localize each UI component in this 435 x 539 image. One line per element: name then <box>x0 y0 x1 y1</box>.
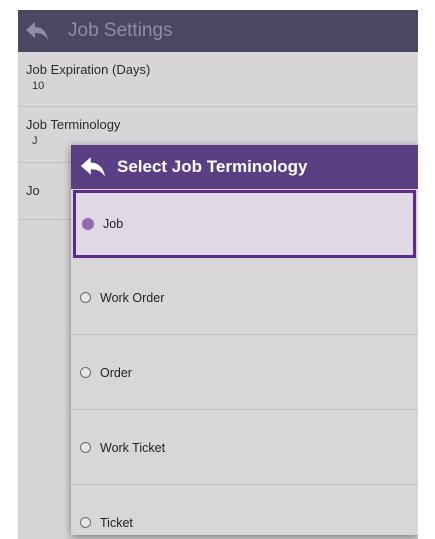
option-work-order[interactable]: Work Order <box>71 261 418 335</box>
option-job[interactable]: Job <box>73 190 416 258</box>
setting-value: 10 <box>32 80 45 92</box>
radio-icon <box>80 517 91 528</box>
back-arrow-icon <box>26 22 48 40</box>
app-bar: Job Settings <box>18 10 418 52</box>
back-arrow-icon <box>80 157 106 177</box>
option-label: Job <box>103 217 124 231</box>
option-ticket[interactable]: Ticket <box>71 486 418 535</box>
dialog-header: Select Job Terminology <box>71 145 418 189</box>
back-button[interactable] <box>18 10 56 52</box>
option-order[interactable]: Order <box>71 336 418 410</box>
option-label: Order <box>100 365 132 380</box>
select-terminology-dialog: Select Job Terminology Job Work Order Or… <box>71 145 418 535</box>
job-settings-screen: Job Settings Job Expiration (Days) 10 Jo… <box>18 10 418 539</box>
radio-selected-icon <box>82 218 94 230</box>
dialog-back-button[interactable] <box>75 156 111 178</box>
setting-label: Job Expiration (Days) <box>26 62 151 77</box>
setting-label: Job Terminology <box>26 117 121 132</box>
dialog-title: Select Job Terminology <box>117 157 308 176</box>
setting-job-expiration[interactable]: Job Expiration (Days) 10 <box>18 52 418 107</box>
option-label: Ticket <box>100 515 133 530</box>
radio-icon <box>80 292 91 303</box>
option-work-ticket[interactable]: Work Ticket <box>71 411 418 485</box>
option-label: Work Order <box>100 290 165 305</box>
radio-icon <box>80 442 91 453</box>
page-title: Job Settings <box>68 20 173 41</box>
radio-icon <box>80 367 91 378</box>
option-label: Work Ticket <box>100 440 166 455</box>
